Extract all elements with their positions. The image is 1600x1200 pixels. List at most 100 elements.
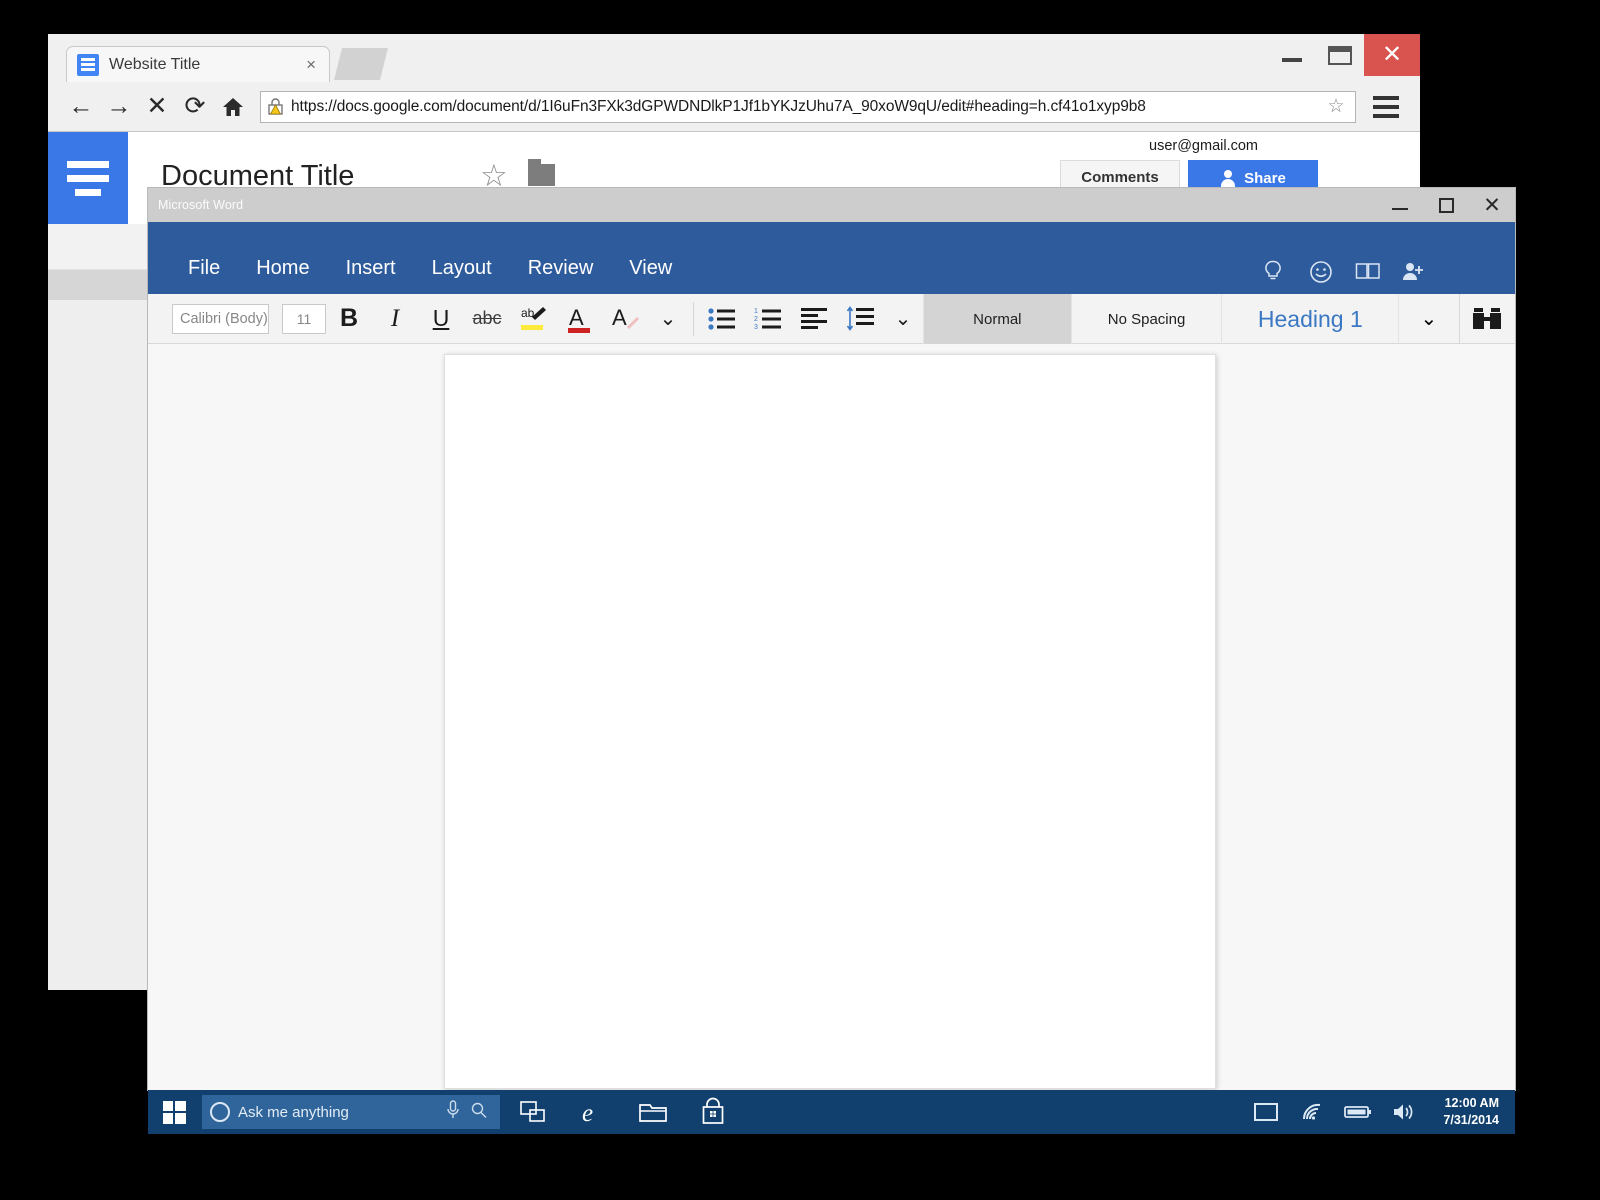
warning-lock-icon xyxy=(267,97,285,116)
line-spacing-icon[interactable] xyxy=(837,294,883,344)
stop-icon[interactable]: ✕ xyxy=(138,88,176,126)
folder-icon[interactable] xyxy=(528,164,555,186)
task-view-icon[interactable] xyxy=(516,1095,550,1129)
style-no-spacing[interactable]: No Spacing xyxy=(1071,294,1222,344)
cortana-circle-icon xyxy=(210,1102,230,1122)
battery-icon[interactable] xyxy=(1345,1099,1371,1125)
tab-home[interactable]: Home xyxy=(238,253,327,284)
font-size-input[interactable]: 11 xyxy=(282,304,326,334)
share-person-icon[interactable] xyxy=(1401,260,1425,286)
star-icon[interactable]: ☆ xyxy=(480,160,508,191)
svg-text:A: A xyxy=(569,305,584,330)
font-group: Calibri (Body) 11 B I U abc ab A xyxy=(148,294,688,343)
reload-icon[interactable]: ⟳ xyxy=(176,88,214,126)
font-name-input[interactable]: Calibri (Body) xyxy=(172,304,269,334)
bookmark-star-icon[interactable]: ☆ xyxy=(1323,95,1349,118)
address-bar[interactable]: https://docs.google.com/document/d/1I6uF… xyxy=(260,91,1356,123)
new-tab-button[interactable] xyxy=(334,48,388,80)
align-left-icon[interactable] xyxy=(791,294,837,344)
wifi-icon[interactable] xyxy=(1299,1099,1325,1125)
maximize-button[interactable] xyxy=(1423,188,1469,222)
browser-tab-title: Website Title xyxy=(109,56,303,74)
forward-icon[interactable]: → xyxy=(100,88,138,126)
document-icon xyxy=(77,54,99,76)
account-email: user@gmail.com xyxy=(1149,138,1258,154)
styles-chevron-down-icon[interactable]: ⌄ xyxy=(1398,294,1458,343)
docs-logo-icon[interactable] xyxy=(48,132,128,224)
person-icon xyxy=(1220,170,1236,186)
word-window-controls: ✕ xyxy=(1377,188,1515,222)
hamburger-menu-icon[interactable] xyxy=(1366,88,1406,126)
action-center-icon[interactable] xyxy=(1253,1099,1279,1125)
word-ribbon-icons xyxy=(1263,260,1425,286)
desktop-root: Website Title × ✕ ← → ✕ ⟳ xyxy=(0,0,1600,1200)
address-bar-url: https://docs.google.com/document/d/1I6uF… xyxy=(291,98,1323,116)
internet-explorer-icon[interactable]: e xyxy=(576,1095,610,1129)
search-input-placeholder: Ask me anything xyxy=(238,1104,440,1121)
style-normal[interactable]: Normal xyxy=(923,294,1071,344)
windows-taskbar: Ask me anything xyxy=(148,1090,1515,1134)
share-button-label: Share xyxy=(1244,170,1286,187)
font-more-chevron-down-icon[interactable]: ⌄ xyxy=(648,294,688,344)
bulleted-list-icon[interactable] xyxy=(699,294,745,344)
clear-formatting-icon[interactable]: A xyxy=(602,294,648,344)
word-ribbon: File Home Insert Layout Review View xyxy=(148,222,1515,294)
back-icon[interactable]: ← xyxy=(62,88,100,126)
svg-text:2: 2 xyxy=(754,316,758,323)
tab-insert[interactable]: Insert xyxy=(328,253,414,284)
volume-icon[interactable] xyxy=(1391,1099,1417,1125)
tab-file[interactable]: File xyxy=(170,253,238,284)
read-mode-book-icon[interactable] xyxy=(1355,260,1379,286)
clock-time: 12:00 AM xyxy=(1443,1095,1499,1112)
browser-navbar: ← → ✕ ⟳ https://docs.google.com/document… xyxy=(48,82,1420,132)
tab-layout[interactable]: Layout xyxy=(414,253,510,284)
minimize-button[interactable] xyxy=(1377,188,1423,222)
word-toolbar: Calibri (Body) 11 B I U abc ab A xyxy=(148,294,1515,344)
svg-text:ab: ab xyxy=(521,306,535,320)
minimize-button[interactable] xyxy=(1268,34,1316,76)
home-icon[interactable] xyxy=(214,88,252,126)
search-icon[interactable] xyxy=(466,1102,492,1123)
smiley-feedback-icon[interactable] xyxy=(1309,260,1333,286)
numbered-list-icon[interactable]: 1 2 3 xyxy=(745,294,791,344)
search-input[interactable]: Ask me anything xyxy=(202,1095,500,1129)
svg-text:1: 1 xyxy=(754,308,758,315)
underline-button[interactable]: U xyxy=(418,294,464,344)
toolbar-divider xyxy=(693,302,694,336)
text-highlight-icon[interactable]: ab xyxy=(510,294,556,344)
close-icon[interactable]: × xyxy=(303,56,319,73)
word-window: Microsoft Word ✕ File Home Insert Layout… xyxy=(148,188,1515,1090)
word-document-page[interactable] xyxy=(444,354,1216,1089)
svg-text:A: A xyxy=(612,305,627,330)
browser-tab[interactable]: Website Title × xyxy=(66,46,330,82)
italic-button[interactable]: I xyxy=(372,294,418,344)
word-window-title: Microsoft Word xyxy=(158,198,243,212)
taskbar-clock[interactable]: 12:00 AM 7/31/2014 xyxy=(1437,1095,1505,1129)
clock-date: 7/31/2014 xyxy=(1443,1112,1499,1129)
windows-start-icon[interactable] xyxy=(148,1090,200,1134)
close-button[interactable]: ✕ xyxy=(1364,34,1420,76)
tab-view[interactable]: View xyxy=(611,253,690,284)
paragraph-more-chevron-down-icon[interactable]: ⌄ xyxy=(883,294,923,344)
microsoft-store-icon[interactable] xyxy=(696,1095,730,1129)
microphone-icon[interactable] xyxy=(440,1100,466,1125)
tab-review[interactable]: Review xyxy=(510,253,612,284)
close-button[interactable]: ✕ xyxy=(1469,188,1515,222)
browser-window-controls: ✕ xyxy=(1268,34,1420,76)
word-titlebar[interactable]: Microsoft Word ✕ xyxy=(148,188,1515,222)
file-explorer-icon[interactable] xyxy=(636,1095,670,1129)
system-tray: 12:00 AM 7/31/2014 xyxy=(1253,1090,1515,1134)
strikethrough-button[interactable]: abc xyxy=(464,294,510,344)
bold-button[interactable]: B xyxy=(326,294,372,344)
svg-text:3: 3 xyxy=(754,324,758,331)
browser-titlebar: Website Title × ✕ xyxy=(48,34,1420,82)
font-color-button[interactable]: A xyxy=(556,294,602,344)
word-document-area xyxy=(148,344,1515,1090)
taskbar-pinned-apps: e xyxy=(516,1095,730,1129)
tell-me-lightbulb-icon[interactable] xyxy=(1263,260,1287,286)
style-heading-1[interactable]: Heading 1 xyxy=(1221,294,1398,344)
paragraph-group: 1 2 3 xyxy=(699,294,923,343)
maximize-button[interactable] xyxy=(1316,34,1364,76)
word-menu-bar: File Home Insert Layout Review View xyxy=(148,253,690,294)
find-binoculars-icon[interactable] xyxy=(1459,294,1515,343)
